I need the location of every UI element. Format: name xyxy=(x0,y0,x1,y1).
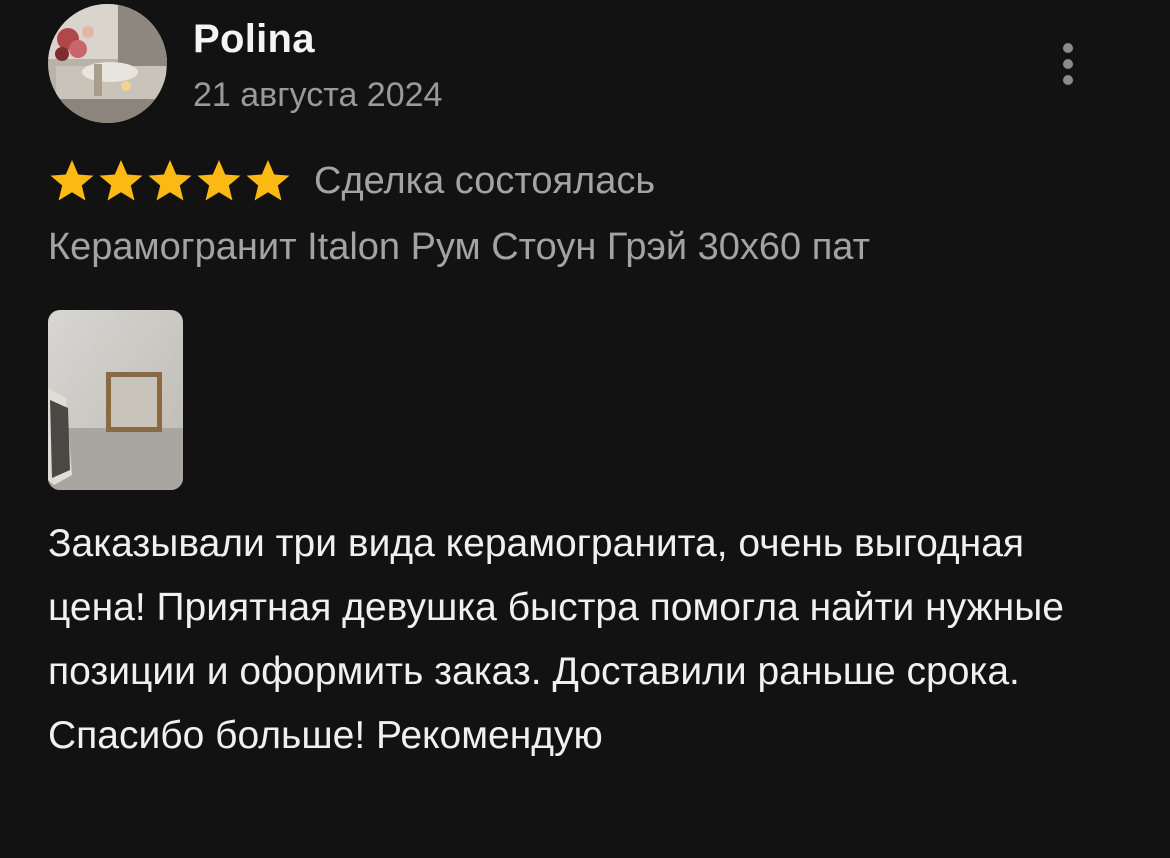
rating-row: Сделка состоялась xyxy=(48,153,655,209)
avatar-image xyxy=(48,4,167,123)
star-icon xyxy=(99,160,143,201)
more-vertical-icon-dot xyxy=(1063,59,1073,69)
star-icon xyxy=(246,160,290,201)
star-rating xyxy=(48,157,292,205)
star-icon xyxy=(197,160,241,201)
photo-image xyxy=(48,310,183,490)
review-photo-thumbnail[interactable] xyxy=(48,310,183,490)
more-options-button[interactable] xyxy=(1052,38,1084,90)
review-text: Заказывали три вида керамогранита, очень… xyxy=(48,522,1064,757)
star-icon xyxy=(50,160,94,201)
star-icon xyxy=(148,160,192,201)
avatar[interactable] xyxy=(48,4,167,123)
review-date: 21 августа 2024 xyxy=(193,76,443,114)
review-card: Polina 21 августа 2024 Сделка состоялась… xyxy=(0,0,1170,858)
more-vertical-icon-dot xyxy=(1063,75,1073,85)
author-name[interactable]: Polina xyxy=(193,14,315,64)
product-name[interactable]: Керамогранит Italon Рум Стоун Грэй 30x60… xyxy=(48,222,870,272)
deal-status: Сделка состоялась xyxy=(314,160,656,202)
more-vertical-icon xyxy=(1063,43,1073,53)
